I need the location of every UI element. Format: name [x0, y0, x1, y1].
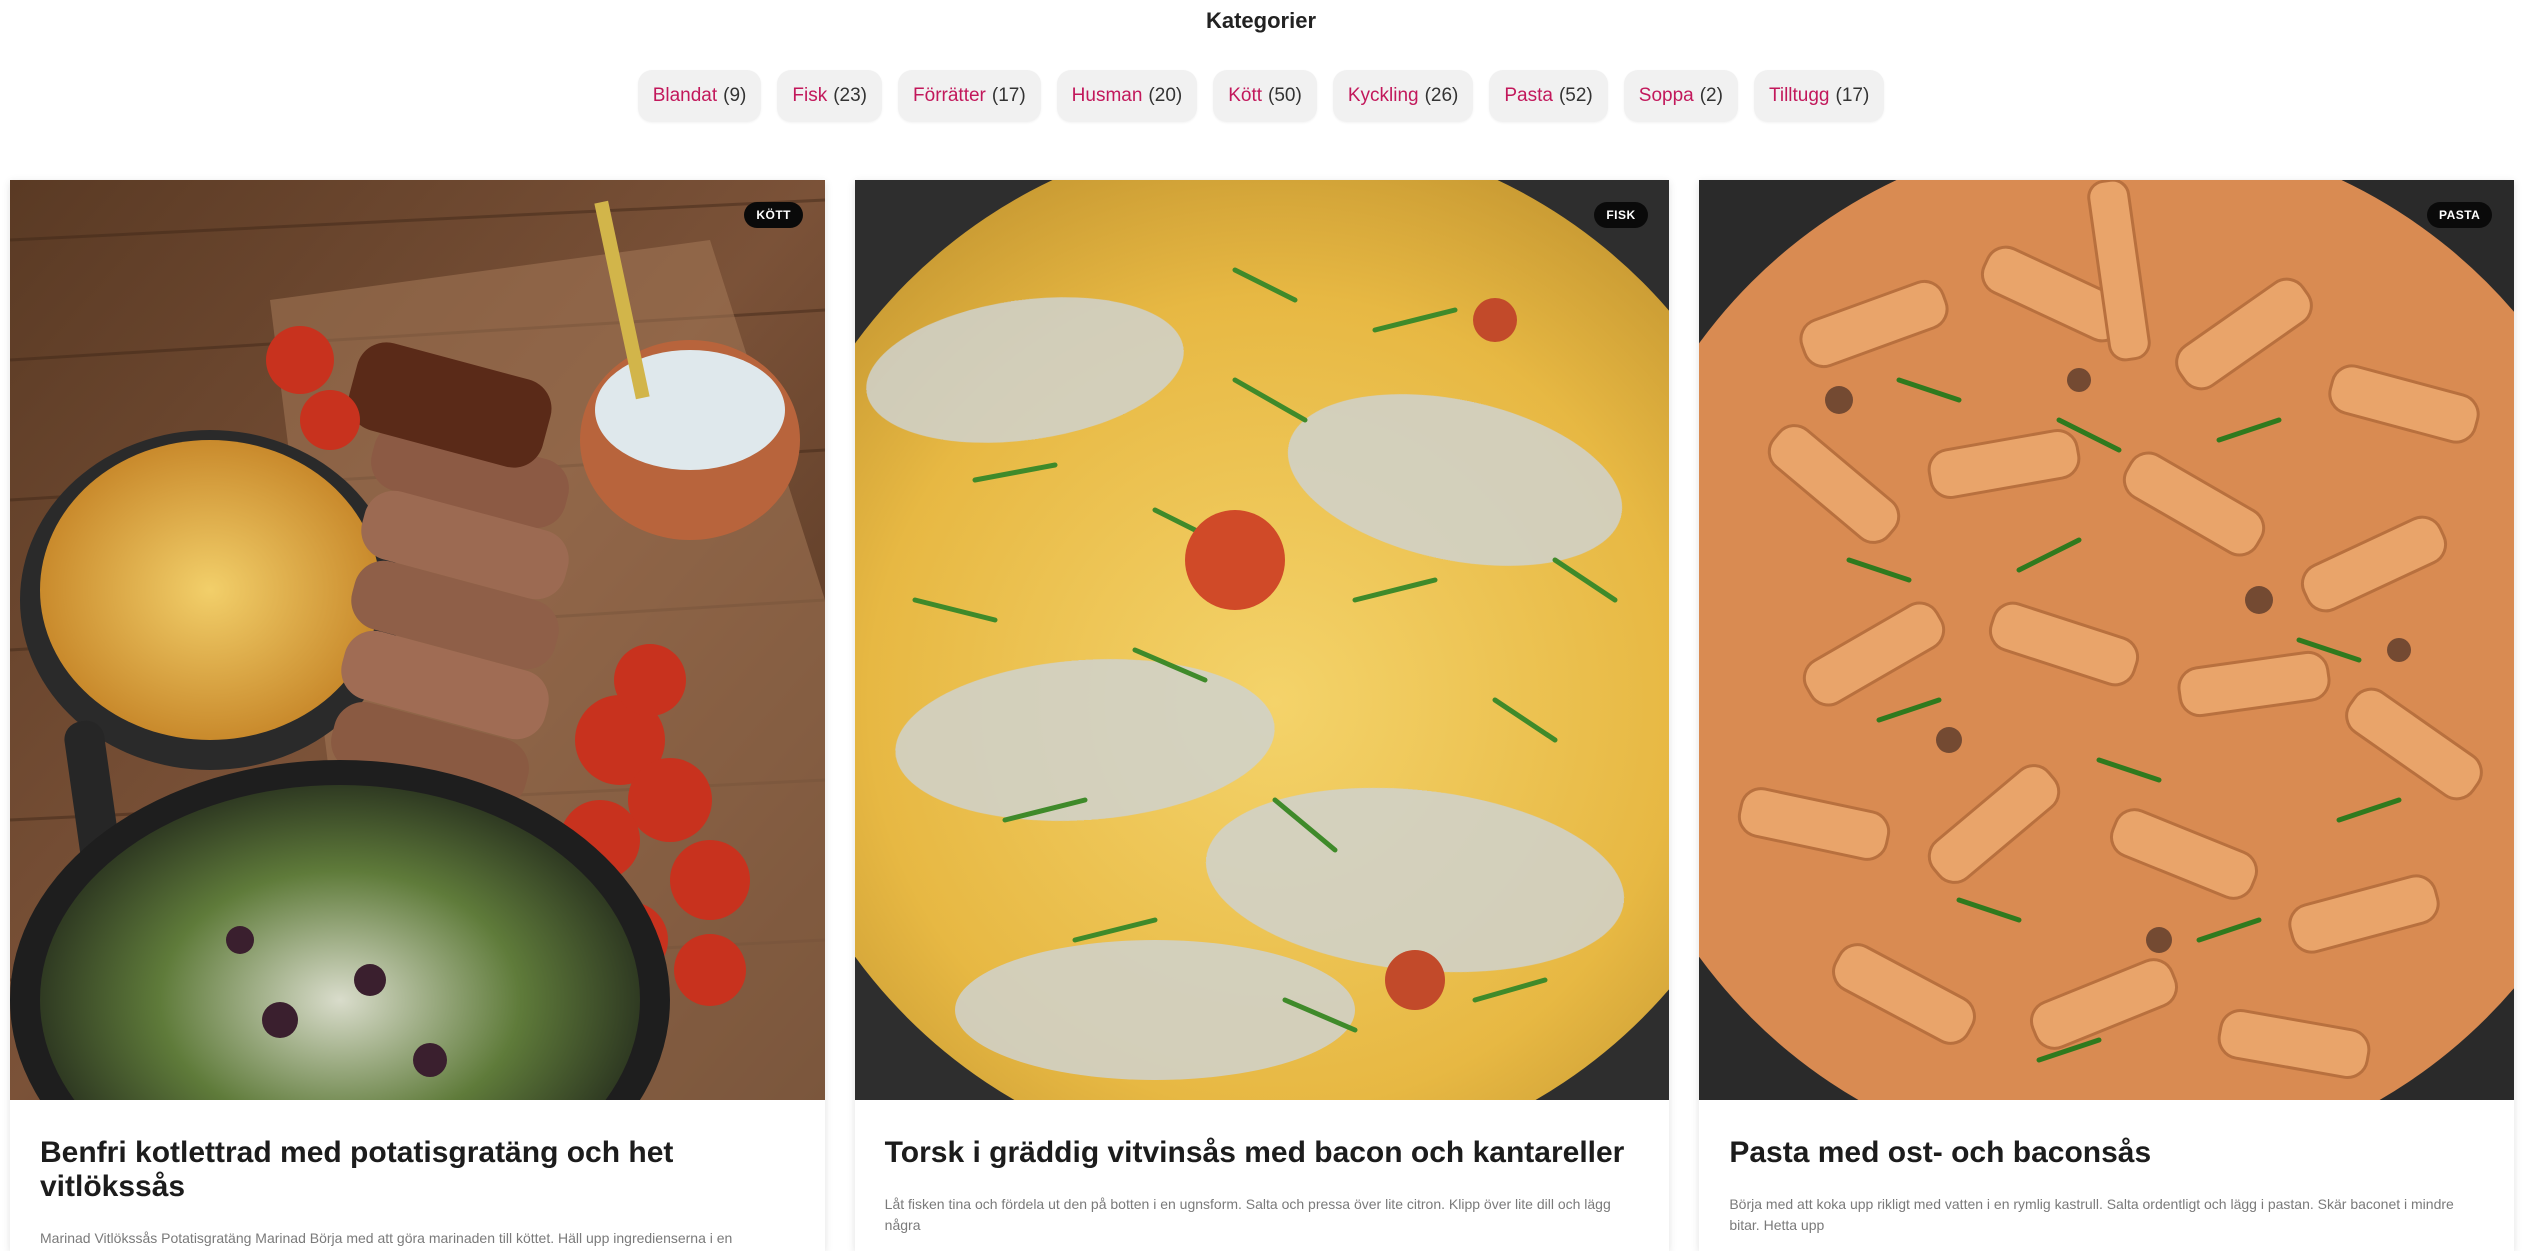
- category-count: (52): [1558, 85, 1593, 106]
- recipe-card-body: Pasta med ost- och baconsås Börja med at…: [1699, 1100, 2514, 1236]
- recipe-image[interactable]: FISK: [854, 180, 1670, 1100]
- category-name: Kyckling: [1347, 85, 1419, 106]
- recipe-listing-page: Kategorier Blandat (9) Fisk (23) Förrätt…: [0, 0, 2522, 1251]
- category-count: (50): [1268, 85, 1302, 106]
- category-badge: FISK: [1594, 202, 1648, 228]
- category-name: Pasta: [1504, 85, 1553, 106]
- categories-heading: Kategorier: [1205, 8, 1317, 33]
- category-pill-forratter[interactable]: Förrätter (17): [898, 70, 1041, 122]
- category-pill-kyckling[interactable]: Kyckling (26): [1332, 70, 1474, 122]
- category-pill-soppa[interactable]: Soppa (2): [1623, 70, 1738, 122]
- recipe-card[interactable]: FISK Torsk i gräddig vitvinsås med bacon…: [854, 180, 1670, 1251]
- category-name: Fisk: [792, 85, 828, 106]
- recipe-excerpt: Börja med att koka upp rikligt med vatte…: [1729, 1196, 2454, 1233]
- recipe-image[interactable]: PASTA: [1699, 180, 2515, 1100]
- recipe-card-body: Benfri kotlettrad med potatisgratäng och…: [10, 1100, 825, 1249]
- category-count: (9): [723, 85, 747, 106]
- category-name: Blandat: [652, 85, 718, 106]
- category-badge: PASTA: [2426, 202, 2493, 228]
- recipe-card-grid: KÖTT Benfri kotlettrad med potatisgratän…: [10, 180, 2515, 1251]
- category-badge: KÖTT: [744, 202, 803, 228]
- category-pill-husman[interactable]: Husman (20): [1056, 70, 1198, 122]
- category-count: (17): [1835, 85, 1870, 106]
- category-name: Kött: [1228, 85, 1263, 106]
- creamy-cod-dish-photo: [854, 180, 1670, 1100]
- recipe-title[interactable]: Torsk i gräddig vitvinsås med bacon och …: [885, 1136, 1640, 1170]
- recipe-card[interactable]: KÖTT Benfri kotlettrad med potatisgratän…: [10, 180, 825, 1251]
- category-count: (17): [991, 85, 1026, 106]
- recipe-card[interactable]: PASTA Pasta med ost- och baconsås Börja …: [1699, 180, 2515, 1251]
- grilled-pork-platter-photo: [10, 180, 825, 1100]
- recipe-image[interactable]: KÖTT: [10, 180, 825, 1100]
- category-name: Soppa: [1638, 85, 1694, 106]
- category-count: (20): [1148, 85, 1183, 106]
- recipe-title[interactable]: Pasta med ost- och baconsås: [1729, 1136, 2484, 1170]
- category-count: (2): [1699, 85, 1723, 106]
- recipe-excerpt: Låt fisken tina och fördela ut den på bo…: [884, 1196, 1611, 1233]
- category-pill-fisk[interactable]: Fisk (23): [777, 70, 883, 122]
- category-filter-bar: Blandat (9) Fisk (23) Förrätter (17) Hus…: [0, 70, 2522, 122]
- category-pill-tilltugg[interactable]: Tilltugg (17): [1753, 70, 1885, 122]
- rigatoni-pan-photo: [1699, 180, 2515, 1100]
- category-name: Tilltugg: [1768, 85, 1830, 106]
- category-name: Husman: [1071, 85, 1143, 106]
- category-pill-kott[interactable]: Kött (50): [1213, 70, 1317, 122]
- recipe-excerpt: Marinad Vitlökssås Potatisgratäng Marina…: [40, 1230, 733, 1246]
- category-pill-blandat[interactable]: Blandat (9): [637, 70, 762, 122]
- category-count: (26): [1424, 85, 1459, 106]
- category-name: Förrätter: [913, 85, 986, 106]
- recipe-title[interactable]: Benfri kotlettrad med potatisgratäng och…: [40, 1136, 795, 1204]
- category-pill-pasta[interactable]: Pasta (52): [1489, 70, 1608, 122]
- category-count: (23): [833, 85, 868, 106]
- recipe-card-body: Torsk i gräddig vitvinsås med bacon och …: [855, 1100, 1670, 1236]
